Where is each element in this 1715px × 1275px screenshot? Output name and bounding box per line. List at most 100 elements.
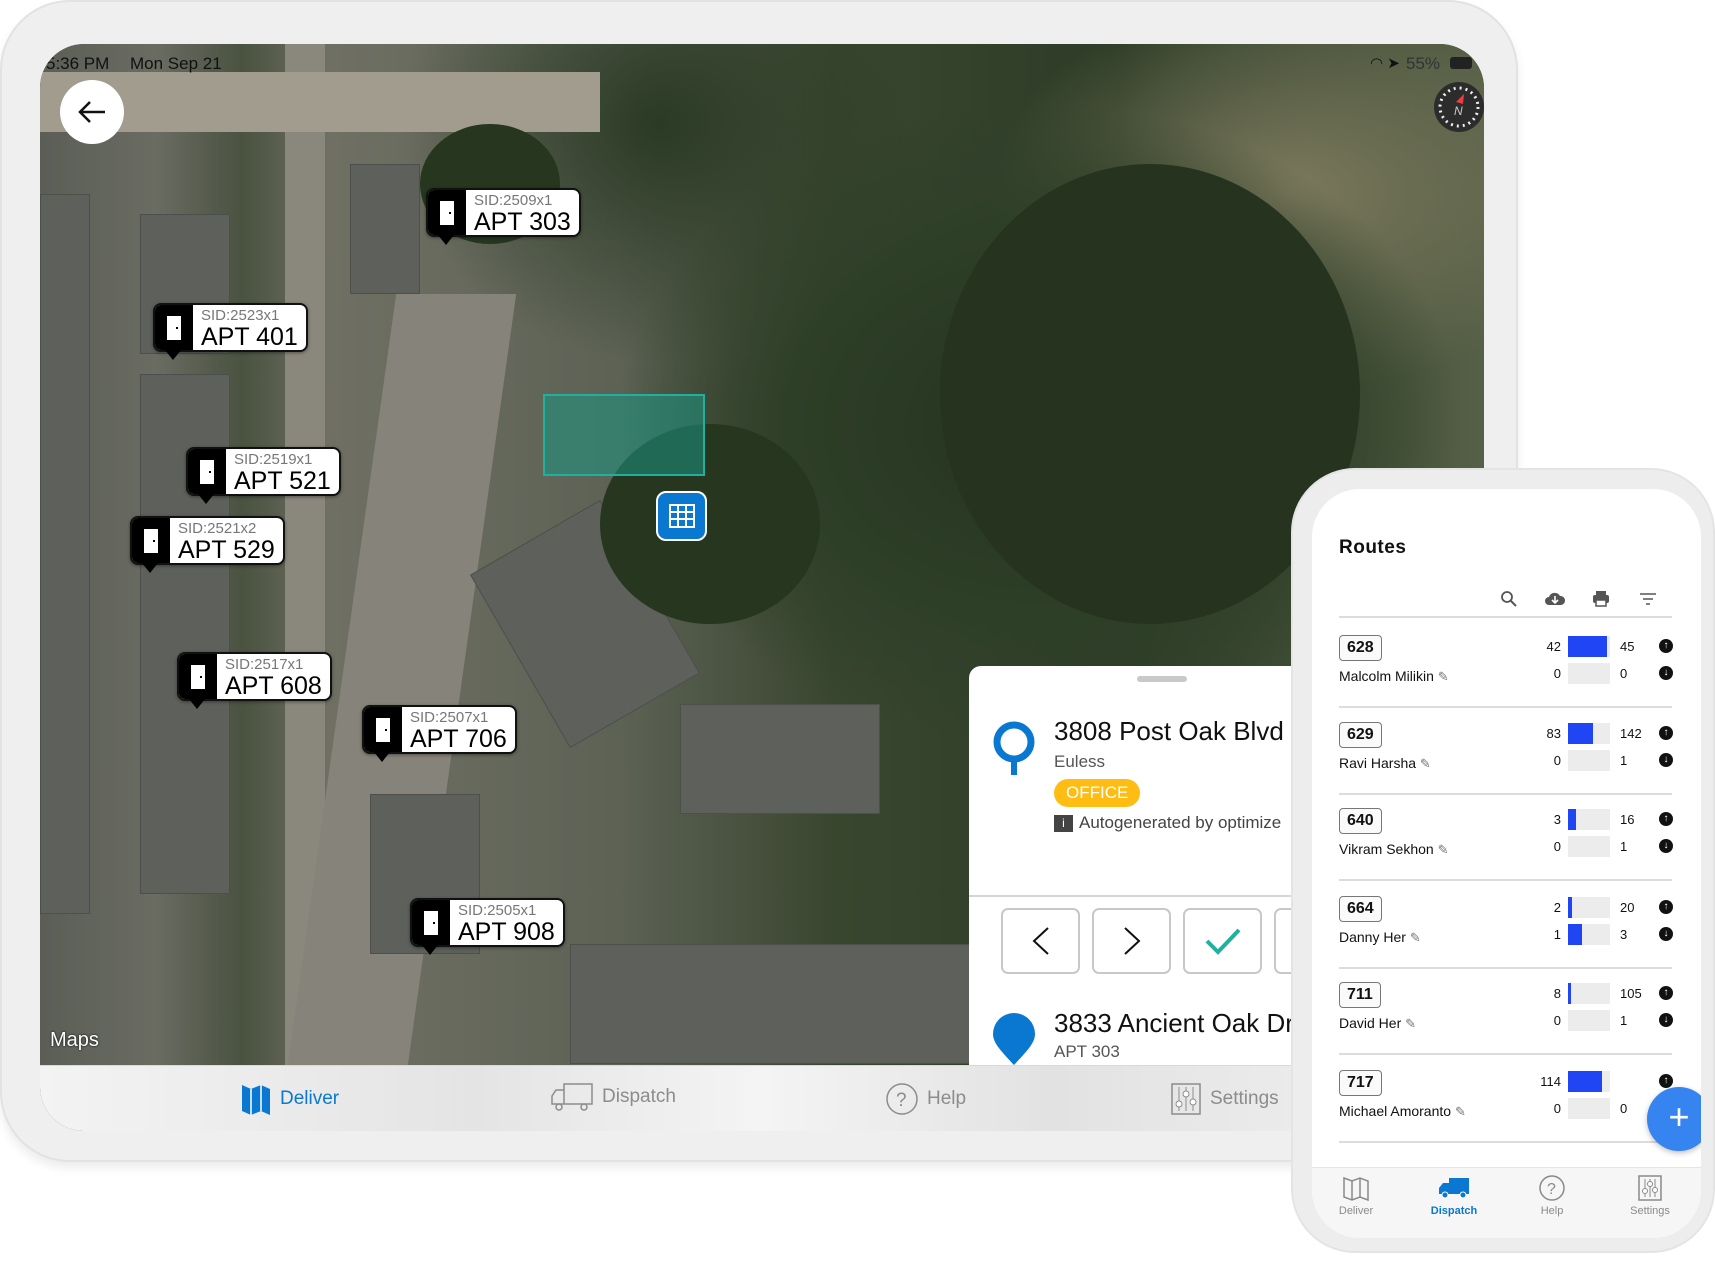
- edit-icon[interactable]: ✎: [1405, 1016, 1416, 1031]
- route-row[interactable]: 711 David Her ✎ 8 105 ↑ 0 1 ↓: [1339, 968, 1673, 1055]
- next-stop-button[interactable]: [1092, 908, 1171, 974]
- progress-fill: [1568, 897, 1573, 918]
- route-number-badge: 711: [1339, 982, 1381, 1008]
- dropoff-progress-bar: [1568, 836, 1610, 857]
- driver-name[interactable]: Michael Amoranto ✎: [1339, 1103, 1466, 1120]
- sliders-icon: [1638, 1175, 1662, 1201]
- dropoff-progress-bar: [1568, 1098, 1610, 1119]
- edit-icon[interactable]: ✎: [1410, 930, 1421, 945]
- tab-help[interactable]: ? Help: [1512, 1174, 1592, 1217]
- phone-tab-bar: Deliver Dispatch ? Help Settings: [1312, 1167, 1701, 1238]
- tab-settings[interactable]: Settings: [1170, 1082, 1279, 1116]
- door-icon: [179, 654, 217, 709]
- driver-name[interactable]: Vikram Sekhon ✎: [1339, 841, 1448, 858]
- stop-title[interactable]: 3833 Ancient Oak Dr: [1054, 1008, 1294, 1039]
- sliders-icon: [1171, 1083, 1201, 1115]
- tab-help[interactable]: ? Help: [885, 1082, 966, 1116]
- progress-fill: [1568, 983, 1572, 1004]
- driver-name[interactable]: Malcolm Milikin ✎: [1339, 668, 1449, 685]
- stop-marker[interactable]: SID:2517x1 APT 608: [177, 652, 332, 709]
- route-row[interactable]: 629 Ravi Harsha ✎ 83 142 ↑ 0 1 ↓: [1339, 708, 1673, 795]
- driver-name[interactable]: David Her ✎: [1339, 1015, 1416, 1032]
- print-icon[interactable]: [1592, 590, 1610, 608]
- pickup-progress-bar: [1568, 636, 1610, 657]
- divider: [1339, 879, 1672, 881]
- arrow-up-circle-icon: ↑: [1659, 1074, 1673, 1088]
- location-pin-outline-icon: [993, 721, 1035, 775]
- stop-marker[interactable]: SID:2523x1 APT 401: [153, 303, 308, 360]
- dropoff-progress-bar: [1568, 924, 1610, 945]
- stop-marker[interactable]: SID:2507x1 APT 706: [362, 705, 517, 762]
- location-pin-icon: [993, 1013, 1035, 1065]
- route-row[interactable]: 664 Danny Her ✎ 2 20 ↑ 1 3 ↓: [1339, 882, 1673, 969]
- phone-frame: Routes 628 Malcolm Milikin ✎ 42 45 ↑ 0 0…: [1291, 468, 1715, 1253]
- stop-marker[interactable]: SID:2509x1 APT 303: [426, 188, 581, 245]
- chevron-right-icon: [1123, 927, 1140, 955]
- highlight-polygon[interactable]: [543, 394, 705, 476]
- driver-name[interactable]: Danny Her ✎: [1339, 929, 1421, 946]
- route-number-badge: 717: [1339, 1070, 1382, 1096]
- door-icon: [364, 707, 402, 762]
- divider: [969, 895, 1309, 897]
- route-number-badge: 664: [1339, 896, 1382, 922]
- pickup-progress-bar: [1568, 723, 1610, 744]
- stop-note: i Autogenerated by optimize: [1054, 813, 1281, 833]
- tab-deliver[interactable]: Deliver: [240, 1082, 339, 1116]
- search-icon[interactable]: [1500, 590, 1518, 608]
- pickup-progress-bar: [1568, 1071, 1610, 1092]
- arrow-up-circle-icon: ↑: [1659, 639, 1673, 653]
- cloud-download-icon[interactable]: [1544, 590, 1566, 607]
- previous-stop-button[interactable]: [1001, 908, 1080, 974]
- stop-subtitle: APT 303: [1054, 1042, 1120, 1061]
- tab-settings[interactable]: Settings: [1610, 1174, 1690, 1217]
- building-pin-icon[interactable]: [656, 491, 707, 541]
- edit-icon[interactable]: ✎: [1420, 756, 1431, 771]
- tab-deliver[interactable]: Deliver: [1316, 1174, 1396, 1217]
- tablet-tab-bar: Deliver Dispatch ? Help Settings: [40, 1065, 1484, 1131]
- compass-button[interactable]: N: [1434, 82, 1484, 132]
- route-number-badge: 629: [1339, 722, 1382, 748]
- door-icon: [428, 190, 466, 245]
- route-number-badge: 640: [1339, 808, 1382, 834]
- svg-text:?: ?: [896, 1090, 907, 1111]
- back-button[interactable]: [60, 80, 124, 144]
- stop-marker[interactable]: SID:2521x2 APT 529: [130, 516, 285, 573]
- divider: [1339, 616, 1672, 618]
- route-number-badge: 628: [1339, 635, 1382, 661]
- dropoff-progress-bar: [1568, 663, 1610, 684]
- progress-fill: [1568, 924, 1582, 945]
- tab-dispatch[interactable]: Dispatch: [1414, 1174, 1494, 1217]
- map-icon: [242, 1085, 270, 1115]
- complete-button[interactable]: [1183, 908, 1262, 974]
- progress-fill: [1568, 723, 1593, 744]
- arrow-up-circle-icon: ↑: [1659, 812, 1673, 826]
- pickup-progress-bar: [1568, 809, 1610, 830]
- pickup-progress-bar: [1568, 983, 1610, 1004]
- edit-icon[interactable]: ✎: [1455, 1104, 1466, 1119]
- filter-icon[interactable]: [1639, 592, 1657, 606]
- chevron-left-icon: [1032, 927, 1049, 955]
- door-icon: [188, 449, 226, 504]
- route-row[interactable]: 717 Michael Amoranto ✎ 114 ↑ 0 0 ↓: [1339, 1056, 1673, 1143]
- stop-marker[interactable]: SID:2519x1 APT 521: [186, 447, 341, 504]
- driver-name[interactable]: Ravi Harsha ✎: [1339, 755, 1431, 772]
- info-comment-icon: i: [1054, 814, 1073, 832]
- stop-subtitle: Euless: [1054, 752, 1106, 771]
- stop-marker[interactable]: SID:2505x1 APT 908: [410, 898, 565, 955]
- office-tag: OFFICE: [1054, 779, 1141, 807]
- dropoff-progress-bar: [1568, 1010, 1610, 1031]
- route-row[interactable]: 628 Malcolm Milikin ✎ 42 45 ↑ 0 0 ↓: [1339, 621, 1673, 708]
- phone-screen: Routes 628 Malcolm Milikin ✎ 42 45 ↑ 0 0…: [1312, 489, 1701, 1238]
- stops-bottom-sheet: 3808 Post Oak Blvd Euless OFFICE i Autoge…: [969, 666, 1353, 1131]
- compass-icon: N: [1438, 86, 1480, 128]
- route-row[interactable]: 640 Vikram Sekhon ✎ 3 16 ↑ 0 1 ↓: [1339, 794, 1673, 881]
- drag-handle[interactable]: [1137, 676, 1187, 682]
- edit-icon[interactable]: ✎: [1438, 842, 1449, 857]
- battery-icon: [1450, 57, 1472, 69]
- stop-title[interactable]: 3808 Post Oak Blvd: [1054, 716, 1284, 747]
- svg-text:N: N: [1454, 104, 1463, 118]
- tab-dispatch[interactable]: Dispatch: [550, 1082, 676, 1112]
- page-title: Routes: [1339, 537, 1407, 558]
- edit-icon[interactable]: ✎: [1438, 669, 1449, 684]
- arrow-down-circle-icon: ↓: [1659, 753, 1673, 767]
